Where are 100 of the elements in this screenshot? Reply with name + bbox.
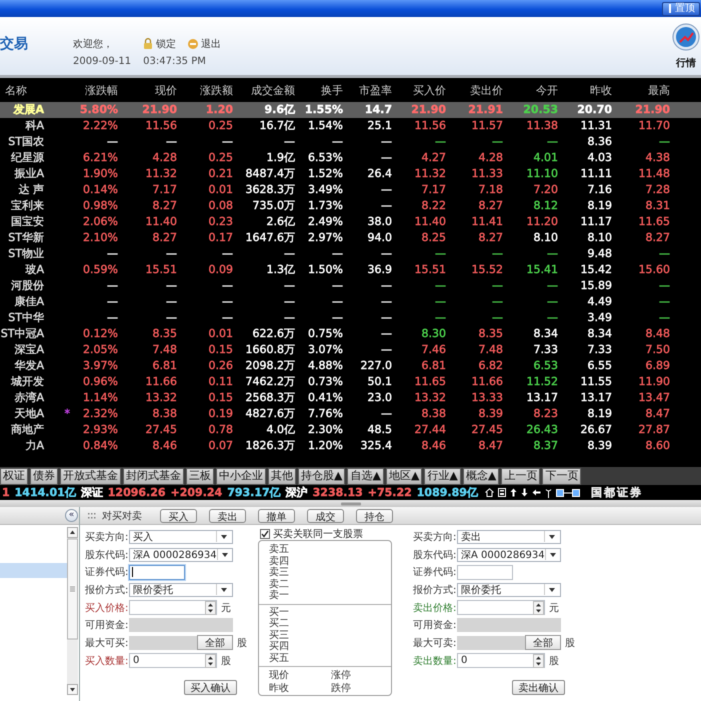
table-cell: 13.17: [526, 391, 558, 405]
spinner-arrows-icon[interactable]: [533, 600, 544, 615]
table-cell: 7.17: [422, 183, 446, 197]
unit-label: 股: [549, 654, 559, 668]
dropdown[interactable]: 买入: [129, 530, 233, 544]
calculator-icon[interactable]: [498, 488, 506, 497]
scrollbar[interactable]: [67, 527, 78, 695]
index-value: +209.24: [170, 486, 222, 499]
table-cell: —: [435, 135, 446, 149]
table-cell: 4.88%: [308, 359, 343, 373]
spinner-arrows-icon[interactable]: [205, 654, 216, 668]
category-tab[interactable]: 上一页: [501, 468, 540, 484]
category-tab[interactable]: 其他: [268, 468, 296, 484]
collapse-button[interactable]: «: [65, 509, 78, 522]
table-cell: 7.16: [588, 183, 612, 197]
table-cell: —: [166, 279, 177, 293]
lock-button[interactable]: 锁定: [143, 36, 176, 50]
table-cell: 1660.8万: [246, 343, 295, 357]
confirm-button[interactable]: 卖出确认: [512, 680, 565, 695]
toolbar-button[interactable]: 成交: [307, 508, 344, 522]
table-cell: 8.38: [152, 407, 177, 421]
dropdown[interactable]: 卖出: [457, 530, 561, 544]
category-tab[interactable]: 债券: [30, 468, 58, 484]
checkbox[interactable]: [260, 529, 270, 539]
down-arrow-icon[interactable]: [520, 488, 528, 497]
table-cell: 7.46: [422, 343, 446, 357]
app-logo: 交易: [0, 35, 28, 53]
table-cell: —: [284, 247, 295, 261]
category-tab[interactable]: 封闭式基金: [123, 468, 184, 484]
all-button[interactable]: 全部: [197, 635, 233, 650]
index-value: 深沪: [286, 486, 308, 499]
toolbar-button[interactable]: 撤单: [258, 508, 295, 522]
pin-icon: [667, 4, 673, 13]
table-cell: 8.27: [152, 199, 177, 213]
spin-field[interactable]: [457, 600, 545, 616]
table-cell: 6.53%: [308, 151, 343, 165]
category-tab[interactable]: 行业▲: [424, 468, 461, 484]
stock-name: 科A: [25, 119, 44, 133]
column-header: 成交金额: [251, 82, 295, 98]
category-tab[interactable]: 权证: [0, 468, 28, 484]
table-cell: 11.66: [472, 375, 503, 389]
table-cell: 8.34: [534, 327, 558, 341]
category-tab[interactable]: 持仓股▲: [298, 468, 346, 484]
exit-button[interactable]: 退出: [188, 36, 221, 50]
network-icon[interactable]: [556, 488, 580, 496]
dropdown[interactable]: 深A 0000286934: [457, 548, 561, 562]
table-cell: —: [381, 183, 392, 197]
spinner-arrows-icon[interactable]: [533, 654, 544, 668]
home-icon[interactable]: [484, 488, 494, 497]
spin-field[interactable]: 0: [457, 653, 545, 668]
dropdown[interactable]: 限价委托: [129, 582, 233, 597]
table-cell: 0.84%: [83, 439, 118, 453]
input-field[interactable]: [457, 564, 513, 580]
table-cell: —: [381, 279, 392, 293]
link-checkbox[interactable]: 买卖关联同一支股票: [258, 528, 392, 540]
spinner-arrows-icon[interactable]: [205, 600, 216, 615]
spin-field[interactable]: [129, 600, 217, 616]
table-cell: 1.73%: [308, 199, 343, 213]
table-cell: 0.15: [208, 391, 233, 405]
category-tab[interactable]: 自选▲: [347, 468, 384, 484]
quote-button[interactable]: 行情: [672, 23, 700, 71]
category-tab[interactable]: 三板: [186, 468, 214, 484]
toolbar-button[interactable]: 卖出: [209, 508, 246, 522]
category-tab[interactable]: 中小企业: [216, 468, 266, 484]
table-cell: 6.21%: [83, 151, 118, 165]
confirm-button[interactable]: 买入确认: [184, 680, 237, 695]
input-field[interactable]: [129, 564, 185, 580]
spin-field[interactable]: 0: [129, 653, 217, 668]
table-cell: 48.5: [368, 423, 392, 437]
table-cell: 8.23: [534, 407, 558, 421]
selected-row-highlight[interactable]: 发展A 5.80% 21.90 1.20 9.6亿 1.55% 14.7 21.90 21.91 20.53 20.70 21.90: [0, 102, 701, 118]
splitter-grip[interactable]: [340, 502, 360, 506]
column-header: 名称: [4, 82, 27, 98]
toolbar-button[interactable]: 买入: [160, 508, 197, 522]
category-tab[interactable]: 开放式基金: [60, 468, 121, 484]
column-header: 昨收: [590, 82, 612, 98]
category-tab[interactable]: 概念▲: [462, 468, 500, 484]
table-cell: 1.55%: [304, 103, 343, 117]
table-cell: —: [381, 311, 392, 325]
up-arrow-icon[interactable]: [510, 488, 517, 497]
dropdown[interactable]: 限价委托: [457, 582, 561, 597]
category-tab[interactable]: 下一页: [542, 468, 582, 484]
dropdown[interactable]: 深A 0000286934: [129, 548, 233, 562]
stock-name: 商地产: [11, 423, 44, 437]
table-cell: 2.93%: [83, 423, 118, 437]
table-cell: —: [222, 135, 233, 149]
category-tab[interactable]: 地区▲: [386, 468, 422, 484]
all-button[interactable]: 全部: [525, 635, 561, 650]
table-cell: 1.9亿: [266, 151, 295, 165]
table-cell: 27.45: [146, 423, 177, 437]
dropdown-value: 深A 0000286934: [133, 548, 217, 562]
toolbar-button[interactable]: 持仓: [356, 508, 393, 522]
table-cell: —: [435, 279, 446, 293]
table-cell: 0.96%: [83, 375, 118, 389]
table-cell: 7.17: [152, 183, 177, 197]
antenna-icon[interactable]: [544, 488, 552, 498]
left-arrow-icon[interactable]: [532, 489, 541, 496]
table-cell: 11.31: [580, 119, 612, 133]
field-label: 可用资金:: [85, 619, 129, 632]
date-text: 2009-09-11: [73, 56, 132, 68]
